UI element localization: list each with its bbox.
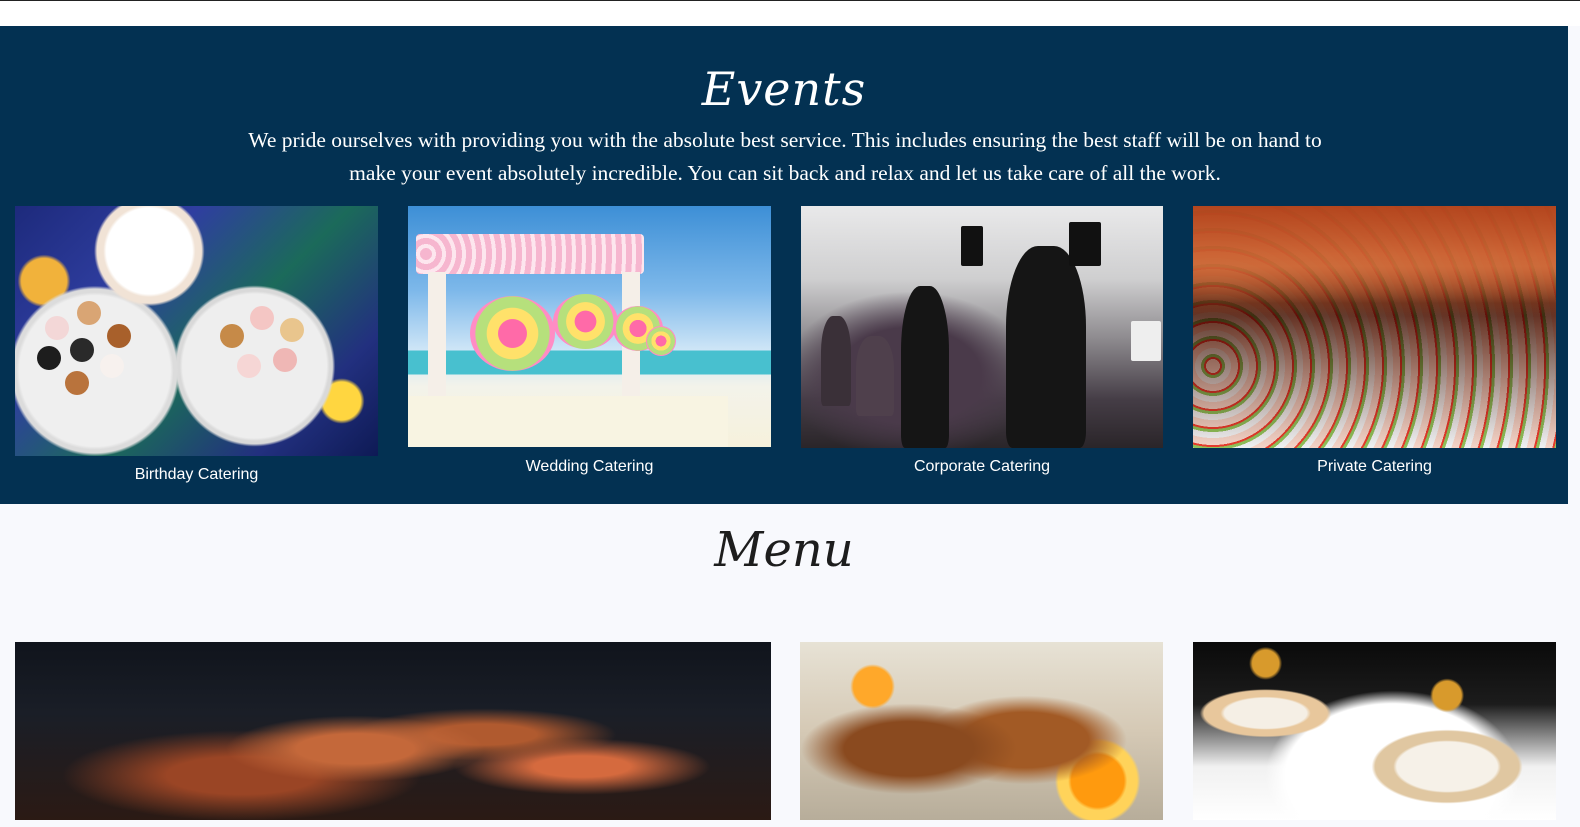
- menu-image-grilled-skewers[interactable]: [15, 642, 771, 820]
- menu-image-dessert[interactable]: [1193, 642, 1556, 820]
- events-section: Events We pride ourselves with providing…: [0, 26, 1568, 504]
- scrollbar-track[interactable]: [1568, 26, 1580, 827]
- birthday-catering-image[interactable]: [15, 206, 378, 456]
- event-card-label[interactable]: Private Catering: [1193, 458, 1556, 476]
- events-description: We pride ourselves with providing you wi…: [248, 128, 1322, 185]
- private-catering-image[interactable]: [1193, 206, 1556, 448]
- events-title: Events: [701, 62, 867, 116]
- wedding-catering-image[interactable]: [408, 206, 771, 447]
- menu-title: Menu: [714, 522, 854, 578]
- event-card-label[interactable]: Birthday Catering: [15, 466, 378, 484]
- event-card-label[interactable]: Wedding Catering: [408, 458, 771, 476]
- corporate-catering-image[interactable]: [801, 206, 1163, 448]
- menu-image-roast-chicken[interactable]: [800, 642, 1163, 820]
- top-strip: [0, 0, 1580, 26]
- event-card-label[interactable]: Corporate Catering: [801, 458, 1163, 476]
